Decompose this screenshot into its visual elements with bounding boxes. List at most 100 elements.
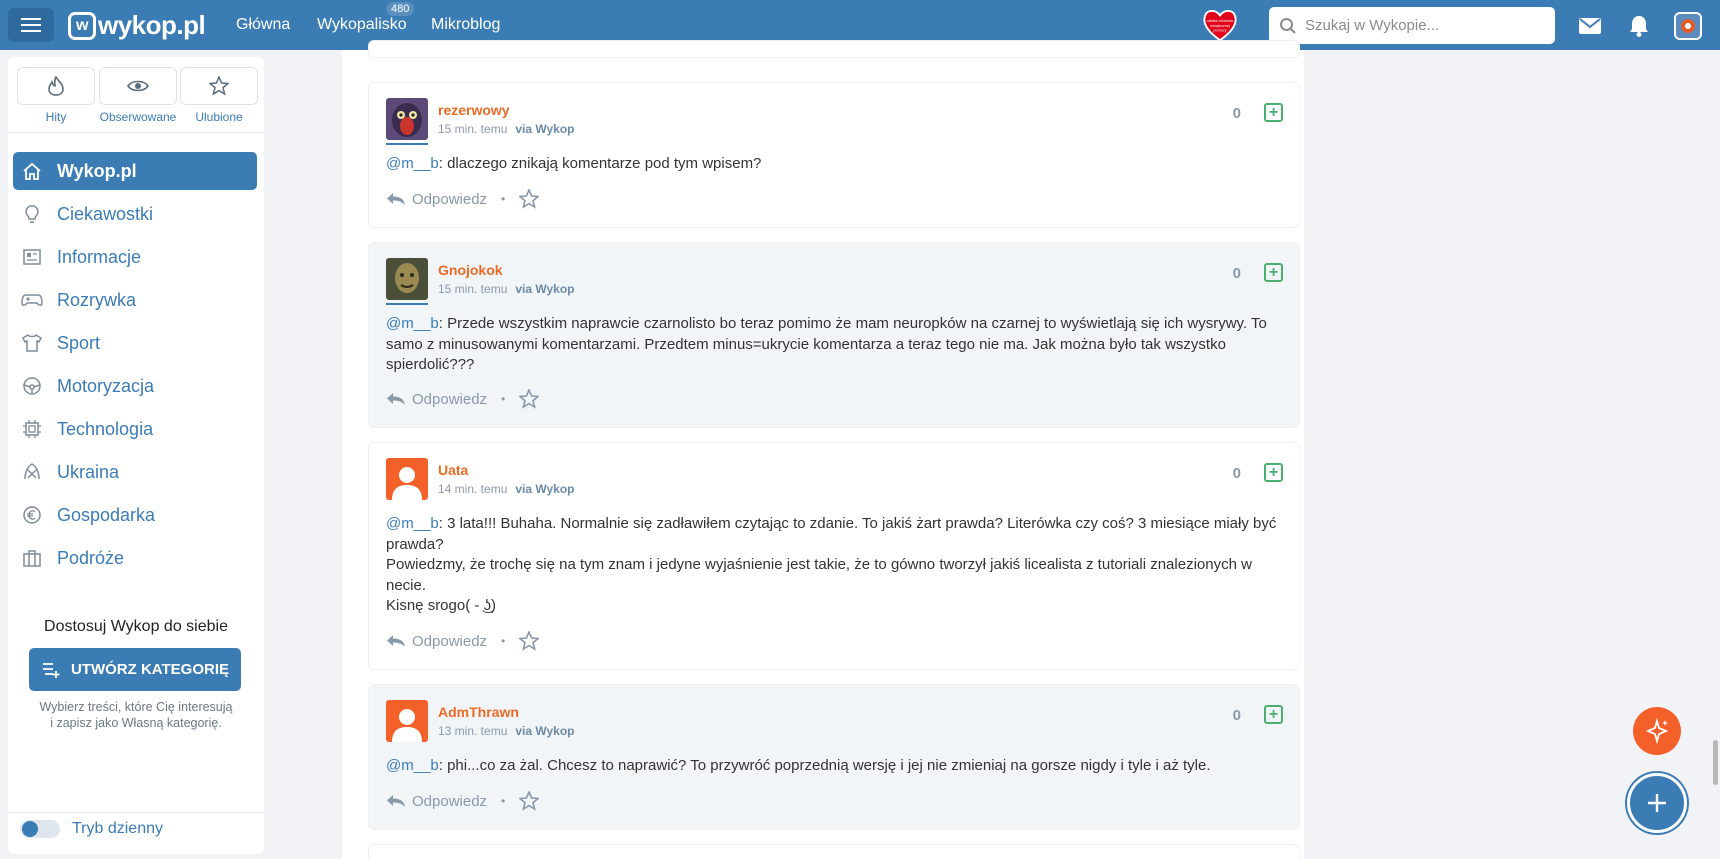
sidebar-item-ciekawostki[interactable]: Ciekawostki (13, 195, 257, 233)
ai-sparkle-button[interactable] (1633, 707, 1681, 755)
comment-line: necie. (386, 576, 427, 594)
favorite-star-icon[interactable] (519, 791, 540, 811)
previous-comment-card (368, 40, 1300, 58)
sidebar-item-label: Sport (57, 332, 101, 353)
sidebar-item-motoryzacja[interactable]: Motoryzacja (13, 367, 257, 405)
svg-text:pomocy: pomocy (1213, 29, 1226, 33)
reply-button[interactable]: Odpowiedz (412, 391, 487, 408)
quick-hity-label: Hity (45, 110, 67, 124)
user-mention[interactable]: @m__b (386, 515, 439, 532)
sidebar-item-label: Rozrywka (57, 289, 137, 310)
upvote-button[interactable]: + (1264, 263, 1283, 282)
comment-author[interactable]: rezerwowy (438, 102, 510, 118)
quick-obserwowane-label: Obserwowane (99, 110, 177, 124)
theme-label: Tryb dzienny (72, 820, 163, 837)
comment-text: @m__b: 3 lata!!! Buhaha. Normalnie się z… (386, 514, 1286, 617)
sidebar-item-label: Technologia (57, 418, 154, 439)
comment-author[interactable]: Uata (438, 462, 468, 478)
user-avatar[interactable] (1674, 12, 1702, 40)
scrollbar-thumb[interactable] (1713, 740, 1718, 785)
separator-dot: • (501, 634, 506, 648)
next-comment-card (368, 844, 1300, 859)
sidebar-item-label: Wykop.pl (57, 160, 137, 181)
nav-mikroblog[interactable]: Mikroblog (431, 16, 500, 34)
gamepad-icon (21, 289, 43, 311)
theme-toggle[interactable]: Tryb dzienny (20, 820, 163, 838)
quick-hity[interactable]: Hity (17, 67, 95, 124)
sidebar-item-label: Ciekawostki (57, 203, 154, 224)
sidebar-item-technologia[interactable]: Technologia (13, 410, 257, 448)
avatar[interactable] (386, 98, 428, 140)
comment-author[interactable]: AdmThrawn (438, 704, 519, 720)
comment-time: 15 min. temu (438, 282, 508, 296)
logo-mark-icon: w (68, 11, 96, 40)
customize-hint-line: i zapisz jako Własną kategorię. (50, 716, 222, 730)
logo[interactable]: w wykop.pl (68, 10, 206, 41)
sidebar-item-rozrywka[interactable]: Rozrywka (13, 281, 257, 319)
sidebar-item-sport[interactable]: Sport (13, 324, 257, 362)
avatar[interactable] (386, 458, 428, 500)
comment-actions: Odpowiedz • (386, 389, 540, 409)
bell-icon[interactable] (1627, 14, 1651, 38)
comment-line-text: : 3 lata!!! Buhaha. Normalnie się zadław… (438, 515, 1277, 532)
reply-button[interactable]: Odpowiedz (412, 793, 487, 810)
user-mention[interactable]: @m__b (386, 315, 439, 332)
search-input[interactable] (1305, 17, 1535, 34)
customize-title: Dostosuj Wykop do siebie (44, 618, 228, 635)
sidebar-item-wykop[interactable]: Wykop.pl (13, 152, 257, 190)
euro-icon (21, 504, 43, 526)
shirt-icon (21, 332, 43, 354)
mail-icon[interactable] (1578, 14, 1602, 38)
comment-line: spierdolić??? (386, 356, 475, 373)
upvote-button[interactable]: + (1264, 705, 1283, 724)
reply-button[interactable]: Odpowiedz (412, 633, 487, 650)
divider (8, 132, 264, 133)
comment-line: : phi...co za żal. Chcesz to naprawić? T… (438, 757, 1211, 774)
comment-actions: Odpowiedz • (386, 631, 540, 651)
sidebar-item-gospodarka[interactable]: Gospodarka (13, 496, 257, 534)
reply-icon (387, 393, 405, 405)
favorite-star-icon[interactable] (519, 389, 540, 409)
nav-wykopalisko[interactable]: Wykopalisko (317, 16, 407, 34)
wosp-heart-icon[interactable]: wielka orkiestra świątecznej pomocy (1201, 6, 1239, 44)
comment-line: @m__b: 3 lata!!! Buhaha. Normalnie się z… (386, 514, 1286, 535)
star-icon (209, 76, 229, 96)
user-mention[interactable]: @m__b (386, 757, 439, 774)
theme-switch[interactable] (20, 820, 60, 838)
sidebar-item-ukraina[interactable]: Ukraina (13, 453, 257, 491)
ukraine-icon (21, 461, 43, 483)
comment-author[interactable]: Gnojokok (438, 262, 503, 278)
nav-glowna[interactable]: Główna (236, 16, 290, 34)
reply-button[interactable]: Odpowiedz (412, 191, 487, 208)
wykopalisko-count-badge: 480 (386, 2, 415, 16)
add-post-button[interactable] (1627, 773, 1687, 833)
upvote-button[interactable]: + (1264, 463, 1283, 482)
menu-button[interactable] (8, 8, 54, 42)
sidebar-item-informacje[interactable]: Informacje (13, 238, 257, 276)
comment-card: Gnojokok 15 min. temu via Wykop 0 + @m__b… (368, 242, 1300, 428)
svg-text:wielka orkiestra: wielka orkiestra (1207, 19, 1234, 23)
quick-ulubione[interactable]: Ulubione (180, 67, 258, 124)
comment-time: 15 min. temu (438, 122, 508, 136)
create-category-label: UTWÓRZ KATEGORIĘ (70, 661, 230, 678)
avatar[interactable] (386, 258, 428, 300)
comment-time: 13 min. temu (438, 724, 508, 738)
reply-icon (387, 635, 405, 647)
bulb-icon (21, 203, 43, 225)
avatar[interactable] (386, 700, 428, 742)
comment-line: : dlaczego znikają komentarze pod tym wp… (438, 155, 762, 172)
upvote-button[interactable]: + (1264, 103, 1283, 122)
separator-dot: • (501, 192, 506, 206)
create-category-button[interactable]: UTWÓRZ KATEGORIĘ (29, 648, 241, 691)
user-mention[interactable]: @m__b (386, 155, 439, 172)
sidebar-item-podroze[interactable]: Podróże (13, 539, 257, 577)
favorite-star-icon[interactable] (519, 631, 540, 651)
menu-icon (21, 18, 41, 32)
comment-via: via Wykop (515, 282, 575, 296)
favorite-star-icon[interactable] (519, 189, 540, 209)
avatar-underline (386, 303, 428, 305)
comment-line: prawda? (386, 535, 444, 553)
search-box[interactable] (1269, 7, 1555, 44)
sidebar: Hity Obserwowane Ulubione Wykop.pl Cieka… (8, 57, 264, 854)
quick-obserwowane[interactable]: Obserwowane (99, 67, 177, 124)
